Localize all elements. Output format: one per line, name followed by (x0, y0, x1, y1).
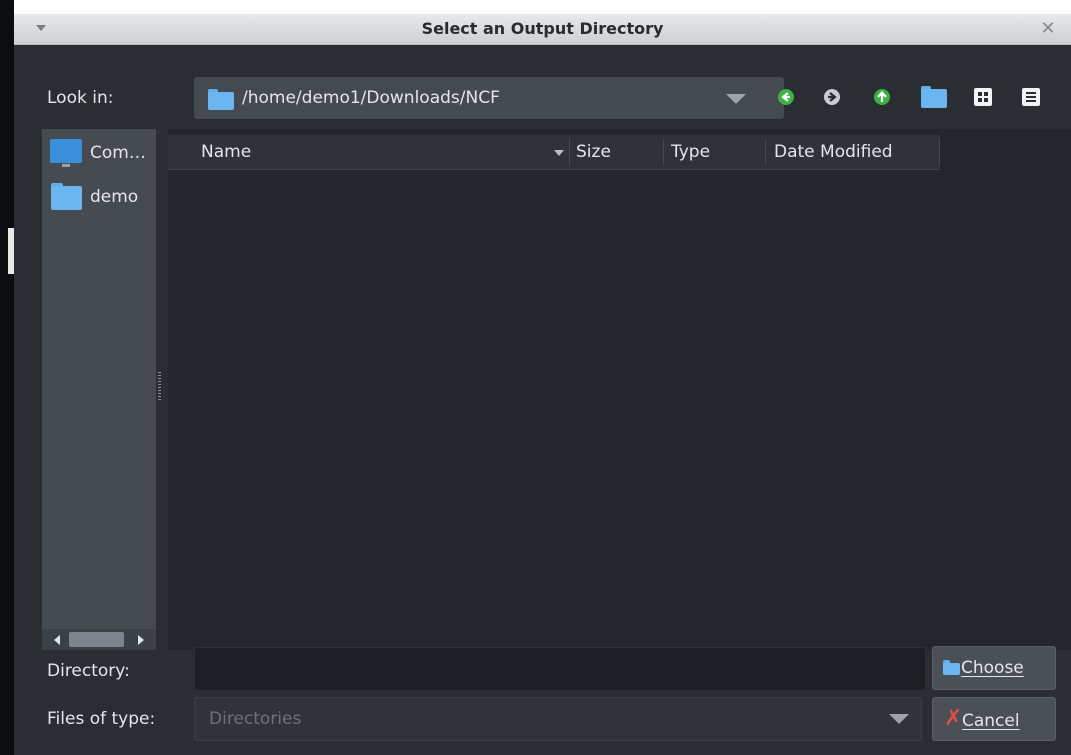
directory-input[interactable] (194, 647, 926, 691)
column-separator[interactable] (939, 139, 940, 165)
scroll-left-icon[interactable] (54, 635, 60, 645)
window-title: Select an Output Directory (421, 19, 664, 38)
sidebar-item-computer[interactable]: Com… (42, 129, 156, 173)
back-icon (778, 89, 794, 105)
folder-icon (208, 89, 234, 110)
splitter-handle[interactable] (158, 372, 161, 402)
file-list[interactable]: Name Size Type Date Modified (168, 129, 1071, 650)
column-header-type[interactable]: Type (671, 135, 710, 169)
choose-button-label: Choose (961, 658, 1024, 678)
scroll-right-icon[interactable] (138, 635, 144, 645)
column-separator[interactable] (663, 139, 664, 165)
new-folder-icon (921, 86, 947, 108)
sidebar-item-label: Com… (90, 143, 146, 163)
column-header-name[interactable]: Name (201, 135, 251, 169)
cancel-button[interactable]: ✗ Cancel (932, 697, 1056, 741)
new-folder-button[interactable] (920, 84, 947, 110)
forward-button[interactable] (819, 84, 845, 110)
close-icon[interactable]: ✕ (1038, 16, 1058, 42)
parent-directory-button[interactable] (869, 84, 895, 110)
column-header-size[interactable]: Size (576, 135, 611, 169)
title-bar[interactable]: Select an Output Directory ✕ (14, 14, 1071, 45)
folder-icon (943, 660, 960, 675)
background-window (0, 0, 14, 755)
sidebar-horizontal-scrollbar[interactable] (42, 629, 156, 650)
sidebar-item-demo[interactable]: demo (42, 173, 156, 217)
cancel-button-label: Cancel (962, 711, 1020, 731)
column-separator[interactable] (569, 139, 570, 165)
look-in-combobox[interactable]: /home/demo1/Downloads/NCF (194, 77, 784, 119)
list-view-button[interactable] (970, 84, 996, 110)
cancel-x-icon: ✗ (944, 706, 963, 731)
computer-icon (50, 139, 82, 163)
sort-descending-icon (554, 150, 564, 156)
sidebar-item-label: demo (90, 187, 139, 207)
list-header: Name Size Type Date Modified (168, 135, 940, 170)
directory-label: Directory: (47, 661, 130, 681)
column-separator[interactable] (765, 139, 766, 165)
files-of-type-combobox[interactable]: Directories (194, 697, 922, 741)
computer-icon-stand (62, 164, 70, 167)
files-of-type-value: Directories (209, 709, 302, 729)
scrollbar-thumb[interactable] (69, 632, 124, 647)
detail-view-icon (1022, 88, 1040, 106)
chevron-down-icon[interactable] (726, 94, 746, 104)
places-sidebar: Com… demo (42, 129, 156, 650)
file-dialog: Select an Output Directory ✕ Look in: /h… (14, 14, 1071, 755)
list-view-icon (974, 88, 992, 106)
files-of-type-label: Files of type: (47, 709, 156, 729)
folder-icon (51, 183, 82, 210)
choose-button[interactable]: Choose (932, 646, 1056, 690)
parent-directory-icon (874, 89, 890, 105)
detail-view-button[interactable] (1018, 84, 1044, 110)
forward-icon (824, 89, 840, 105)
look-in-path: /home/demo1/Downloads/NCF (242, 88, 500, 108)
chevron-down-icon[interactable] (889, 714, 909, 724)
column-header-date-modified[interactable]: Date Modified (774, 135, 893, 169)
back-button[interactable] (773, 84, 799, 110)
look-in-label: Look in: (47, 88, 114, 108)
